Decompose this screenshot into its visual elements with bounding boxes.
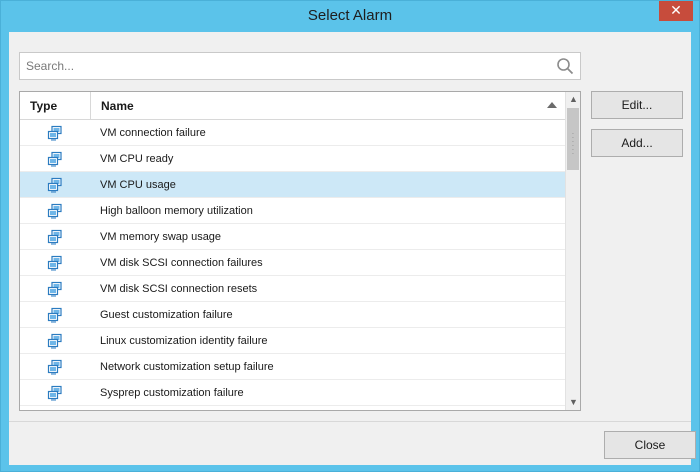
table-row[interactable]: VM disk SCSI connection failures: [20, 250, 565, 276]
table-row[interactable]: Linux customization identity failure: [20, 328, 565, 354]
table-row[interactable]: Guest customization failure: [20, 302, 565, 328]
table-row[interactable]: Sysprep customization failure: [20, 380, 565, 406]
list-header: Type Name: [20, 92, 565, 120]
row-name-label: Sysprep customization failure: [100, 387, 244, 399]
vm-alarm-icon: [47, 255, 62, 271]
vm-alarm-icon: [47, 307, 62, 323]
row-name-label: VM CPU usage: [100, 179, 176, 191]
title-bar[interactable]: Select Alarm ✕: [1, 1, 699, 31]
vm-alarm-icon: [47, 203, 62, 219]
window-title: Select Alarm: [307, 7, 393, 24]
grip-icon: · · · · · ·: [571, 129, 575, 158]
search-input[interactable]: [20, 53, 550, 79]
row-name-label: VM connection failure: [100, 127, 206, 139]
alarm-list: Type Name VM connection failure VM CPU re…: [19, 91, 581, 411]
row-name-label: Guest customization failure: [100, 309, 233, 321]
vm-alarm-icon: [47, 281, 62, 297]
column-header-name[interactable]: Name: [91, 92, 565, 120]
dialog-body: Type Name VM connection failure VM CPU re…: [9, 32, 696, 465]
scroll-down-icon[interactable]: ▼: [566, 395, 580, 410]
table-row[interactable]: VM CPU usage: [20, 172, 565, 198]
list-rows: VM connection failure VM CPU ready VM CPU …: [20, 120, 565, 406]
row-name-label: VM disk SCSI connection resets: [100, 283, 258, 295]
add-button[interactable]: Add...: [591, 129, 683, 157]
row-name-label: VM disk SCSI connection failures: [100, 257, 263, 269]
scroll-up-icon[interactable]: ▲: [566, 92, 580, 107]
vm-alarm-icon: [47, 177, 62, 193]
column-header-name-label: Name: [101, 99, 134, 113]
row-name-label: VM CPU ready: [100, 153, 174, 165]
select-alarm-window: Select Alarm ✕ Type Name VM connection f…: [0, 0, 700, 472]
vm-alarm-icon: [47, 151, 62, 167]
table-row[interactable]: VM memory swap usage: [20, 224, 565, 250]
table-row[interactable]: High balloon memory utilization: [20, 198, 565, 224]
table-row[interactable]: VM connection failure: [20, 120, 565, 146]
vm-alarm-icon: [47, 229, 62, 245]
dialog-footer: Close: [9, 421, 696, 465]
search-box[interactable]: [19, 52, 581, 80]
sort-ascending-icon: [547, 102, 557, 108]
table-row[interactable]: VM CPU ready: [20, 146, 565, 172]
vertical-scrollbar[interactable]: ▲ · · · · · · ▼: [565, 92, 580, 410]
close-button[interactable]: Close: [604, 431, 696, 459]
table-row[interactable]: VM disk SCSI connection resets: [20, 276, 565, 302]
search-icon[interactable]: [556, 57, 574, 75]
vm-alarm-icon: [47, 333, 62, 349]
row-name-label: Network customization setup failure: [100, 361, 274, 373]
vm-alarm-icon: [47, 385, 62, 401]
row-name-label: High balloon memory utilization: [100, 205, 253, 217]
window-close-icon[interactable]: ✕: [659, 1, 693, 21]
vm-alarm-icon: [47, 359, 62, 375]
edit-button[interactable]: Edit...: [591, 91, 683, 119]
vm-alarm-icon: [47, 125, 62, 141]
column-header-type[interactable]: Type: [20, 92, 91, 120]
row-name-label: VM memory swap usage: [100, 231, 222, 243]
scrollbar-thumb[interactable]: · · · · · ·: [567, 108, 579, 170]
table-row[interactable]: Network customization setup failure: [20, 354, 565, 380]
row-name-label: Linux customization identity failure: [100, 335, 268, 347]
